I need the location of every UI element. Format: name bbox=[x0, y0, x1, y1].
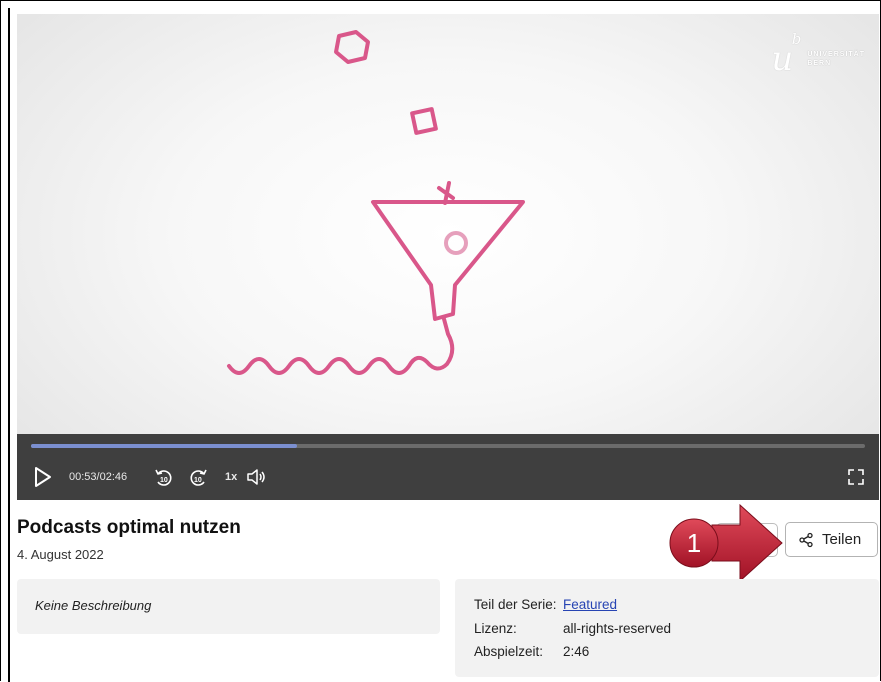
logo-text: UNIVERSITÄT BERN bbox=[807, 50, 865, 68]
rewind-10-button[interactable]: 10 bbox=[152, 464, 174, 490]
series-link[interactable]: Featured bbox=[563, 597, 617, 612]
circle-shape bbox=[444, 231, 468, 255]
hexagon-shape bbox=[334, 30, 370, 64]
logo-text-line2: BERN bbox=[807, 60, 832, 67]
play-icon bbox=[35, 467, 51, 487]
duration-value: 2:46 bbox=[563, 644, 590, 659]
forward-10-icon: 10 bbox=[190, 469, 207, 486]
logo-letter: u bbox=[771, 39, 794, 79]
fullscreen-icon bbox=[848, 469, 864, 485]
logo-text-line1: UNIVERSITÄT bbox=[807, 50, 865, 58]
description-panel: Keine Beschreibung bbox=[17, 579, 440, 634]
funnel-shape bbox=[371, 200, 525, 321]
logo-superscript: b bbox=[791, 30, 802, 48]
video-player[interactable]: ub UNIVERSITÄT BERN 00:53 / 02:46 10 10 … bbox=[17, 14, 879, 500]
duration-label: Abspielzeit: bbox=[474, 644, 544, 659]
university-logo: ub UNIVERSITÄT BERN bbox=[771, 32, 865, 79]
forward-10-button[interactable]: 10 bbox=[188, 464, 210, 490]
wavy-line bbox=[227, 317, 455, 375]
share-button[interactable]: Teilen bbox=[785, 522, 878, 557]
current-time: 00:53 bbox=[69, 471, 97, 483]
share-icon bbox=[799, 532, 813, 547]
frame-divider bbox=[8, 8, 10, 682]
speed-button[interactable]: 1x bbox=[225, 464, 237, 490]
video-date: 4. August 2022 bbox=[17, 547, 104, 562]
video-title: Podcasts optimal nutzen bbox=[17, 517, 241, 538]
player-controls: 00:53 / 02:46 10 10 1x bbox=[17, 434, 879, 500]
description-text: Keine Beschreibung bbox=[35, 598, 152, 613]
license-value: all-rights-reserved bbox=[563, 621, 672, 636]
square-shape bbox=[410, 107, 438, 135]
series-label: Teil der Serie: bbox=[474, 597, 557, 612]
callout-number: 1 bbox=[686, 527, 702, 558]
logo-mark: ub bbox=[771, 32, 801, 79]
speed-label: 1x bbox=[225, 471, 238, 483]
svg-text:10: 10 bbox=[160, 477, 168, 484]
video-frame-illustration bbox=[227, 30, 525, 375]
rewind-10-icon: 10 bbox=[155, 469, 172, 486]
volume-icon bbox=[247, 469, 265, 485]
fullscreen-button[interactable] bbox=[847, 464, 865, 490]
progress-bar-fill bbox=[31, 444, 298, 448]
svg-text:10: 10 bbox=[194, 477, 202, 484]
total-duration: 02:46 bbox=[99, 471, 128, 483]
license-label: Lizenz: bbox=[474, 621, 517, 636]
annotation-callout: 1 bbox=[650, 499, 790, 589]
share-label: Teilen bbox=[822, 531, 862, 548]
metadata-panel: Teil der Serie: Featured Lizenz: all-rig… bbox=[455, 579, 879, 677]
time-display: 00:53 / 02:46 bbox=[69, 464, 127, 490]
volume-button[interactable] bbox=[245, 464, 267, 490]
play-button[interactable] bbox=[33, 464, 53, 490]
progress-bar[interactable] bbox=[31, 444, 865, 448]
